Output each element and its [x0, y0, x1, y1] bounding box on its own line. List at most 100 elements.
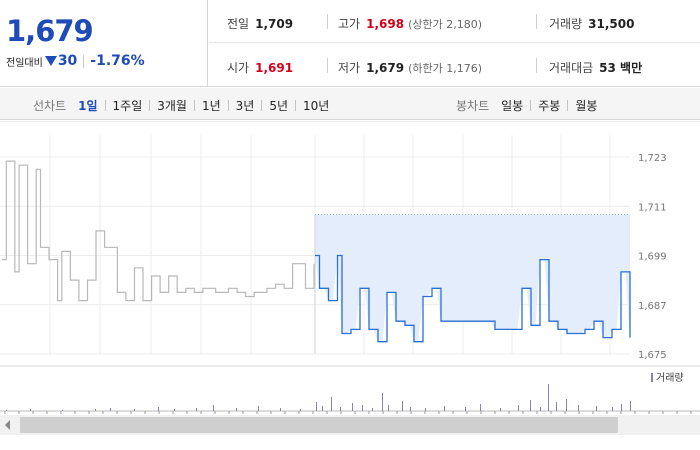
stat-label: 시가: [227, 61, 250, 75]
divider: [104, 100, 106, 111]
divider: [227, 100, 229, 111]
divider: [536, 58, 537, 73]
volume-bar: [402, 401, 403, 411]
stat-label: 거래대금: [549, 61, 594, 75]
volume-bar: [110, 408, 111, 411]
volume-bar: [425, 408, 426, 411]
price-summary: 1,679 전일대비 30 -1.76%: [0, 0, 208, 87]
stat-label: 전일: [227, 17, 250, 31]
volume-legend-label: 거래량: [656, 372, 684, 384]
divider: [261, 100, 263, 111]
volume-bar: [596, 406, 597, 411]
volume-bar: [500, 408, 501, 411]
stats-table: 전일 1,709 고가 1,698 (상한가 2,180) 거래량 31,500 시가 1…: [209, 0, 700, 87]
stat-value: 1,691: [255, 61, 294, 75]
volume-bar: [196, 408, 197, 411]
volume-bar: [30, 409, 31, 411]
volume-bar: [612, 407, 613, 411]
stat-prev-close: 전일 1,709: [227, 15, 293, 32]
volume-bar: [340, 407, 341, 411]
tab-1d[interactable]: 1일: [78, 97, 97, 114]
volume-bar: [300, 409, 301, 411]
volume-bar: [372, 408, 373, 411]
scrollbar-thumb[interactable]: [20, 417, 618, 433]
volume-bar: [556, 402, 557, 411]
volume-bar: [444, 406, 445, 411]
stats-row-2: 시가 1,691 저가 1,679 (하한가 1,176) 거래대금 53 백만: [209, 44, 700, 87]
volume-bar: [6, 410, 7, 411]
divider: [530, 100, 532, 111]
volume-bar: [578, 405, 579, 411]
stat-value: 1,679: [366, 61, 405, 75]
volume-bar: [518, 405, 519, 411]
quote-header: 1,679 전일대비 30 -1.76% 전일 1,709 고가 1,698 (상한가…: [0, 0, 700, 87]
stat-open: 시가 1,691: [227, 59, 293, 76]
volume-bar: [382, 393, 383, 411]
volume-bar: [566, 399, 567, 411]
y-tick-label: 1,687: [638, 301, 667, 312]
stat-high: 고가 1,698 (상한가 2,180): [338, 15, 482, 32]
stat-label: 고가: [338, 17, 361, 31]
volume-bar: [174, 409, 175, 411]
line-chart-title: 선차트: [33, 99, 67, 113]
y-tick-label: 1,675: [638, 350, 667, 361]
volume-legend-swatch: [651, 373, 653, 382]
stat-value: 31,500: [588, 17, 635, 31]
volume-bar: [362, 405, 363, 411]
volume-bar: [236, 408, 237, 411]
stat-value: 1,709: [255, 17, 294, 31]
tab-1y[interactable]: 1년: [202, 97, 221, 114]
change-label: 전일대비: [6, 57, 43, 69]
stat-value: 1,698: [366, 17, 405, 31]
volume-bar: [465, 407, 466, 411]
tab-monthly-candle[interactable]: 월봉: [575, 97, 597, 114]
tab-5y[interactable]: 5년: [269, 97, 288, 114]
volume-bar: [530, 400, 531, 411]
volume-bar: [134, 409, 135, 411]
tab-weekly-candle[interactable]: 주봉: [538, 97, 560, 114]
stat-label: 거래량: [549, 17, 583, 31]
stat-label: 저가: [338, 61, 361, 75]
volume-bar: [540, 407, 541, 411]
volume-bar: [480, 404, 481, 411]
volume-bar: [158, 407, 159, 411]
change-value: 30: [57, 53, 78, 69]
stat-trade-amount: 거래대금 53 백만: [549, 59, 642, 76]
volume-bar: [630, 401, 631, 411]
volume-bar: [331, 397, 332, 411]
divider: [567, 100, 569, 111]
price-chart: 1,723 1,711 1,699 1,687 1,675 거래량: [0, 120, 700, 435]
prev-day-price-line: [2, 160, 315, 302]
change-percent: -1.76%: [90, 53, 145, 69]
candle-chart-title: 봉차트: [456, 99, 490, 113]
chart-tab-bar: 선차트 1일 1주일 3개월 1년 3년 5년 10년 봉차트 일봉 주봉 월봉: [0, 88, 700, 120]
divider: [536, 14, 537, 29]
volume-bar: [410, 407, 411, 411]
change-row: 전일대비 30 -1.76%: [6, 53, 145, 69]
stat-sub: (하한가 1,176): [408, 62, 482, 75]
volume-bar: [95, 409, 96, 411]
divider: [193, 100, 195, 111]
current-price: 1,679: [6, 14, 94, 48]
divider: [327, 14, 328, 29]
divider: [327, 58, 328, 73]
stat-sub: (상한가 2,180): [408, 18, 482, 31]
stat-low: 저가 1,679 (하한가 1,176): [338, 59, 482, 76]
today-area-fill: [315, 214, 630, 342]
tab-3y[interactable]: 3년: [236, 97, 255, 114]
volume-bar: [258, 406, 259, 411]
tab-daily-candle[interactable]: 일봉: [501, 97, 523, 114]
volume-bar: [62, 410, 63, 411]
y-tick-label: 1,711: [638, 202, 667, 213]
volume-bar: [352, 403, 353, 411]
y-tick-label: 1,723: [638, 153, 667, 164]
tab-10y[interactable]: 10년: [303, 97, 329, 114]
volume-bar: [316, 402, 317, 411]
tab-1w[interactable]: 1주일: [113, 97, 143, 114]
volume-bar: [388, 405, 389, 411]
divider: [295, 100, 297, 111]
divider: [83, 54, 85, 68]
volume-bar: [322, 406, 323, 411]
stat-volume: 거래량 31,500: [549, 15, 634, 32]
tab-3m[interactable]: 3개월: [157, 97, 187, 114]
